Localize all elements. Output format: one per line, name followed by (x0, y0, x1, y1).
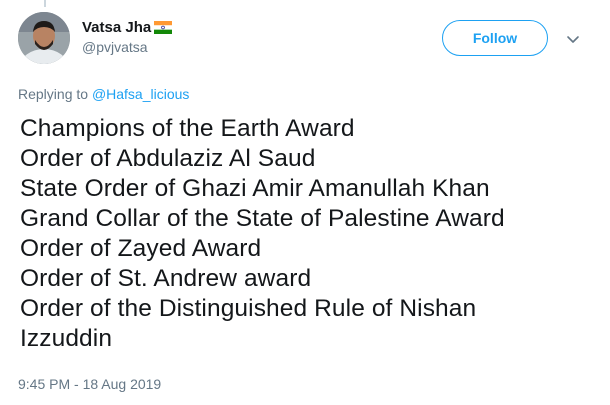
tweet-text-line: State Order of Ghazi Amir Amanullah Khan (20, 175, 490, 202)
tweet-text: Champions of the Earth Award Order of Ab… (20, 114, 595, 354)
tweet-text-line: Grand Collar of the State of Palestine A… (20, 205, 505, 232)
replying-to-label: Replying to (18, 86, 89, 102)
tweet-text-line: Order of the Distinguished Rule of Nisha… (20, 295, 477, 322)
tweet-text-line: Izzuddin (20, 325, 113, 352)
avatar-photo (18, 12, 70, 64)
tweet-header: Vatsa Jha @pvjvatsa Follow (18, 12, 592, 68)
author-display-name[interactable]: Vatsa Jha (82, 19, 151, 36)
thread-connector-line (44, 0, 46, 7)
author-block: Vatsa Jha @pvjvatsa (82, 16, 173, 55)
replying-to: Replying to @Hafsa_licious (18, 86, 189, 102)
follow-button[interactable]: Follow (442, 20, 548, 56)
reply-to-handle-link[interactable]: @Hafsa_licious (92, 86, 189, 102)
author-handle[interactable]: @pvjvatsa (82, 39, 172, 55)
tweet-text-line: Champions of the Earth Award (20, 115, 355, 142)
chevron-down-icon[interactable] (564, 30, 582, 48)
avatar[interactable] (18, 12, 70, 64)
tweet-card: Vatsa Jha @pvjvatsa Follow Replying to @… (0, 0, 610, 405)
tweet-text-line: Order of St. Andrew award (20, 265, 312, 292)
tweet-text-line: Order of Zayed Award (20, 235, 262, 262)
author-name-row: Vatsa Jha (82, 16, 173, 38)
tweet-timestamp[interactable]: 9:45 PM - 18 Aug 2019 (18, 376, 161, 392)
tweet-text-line: Order of Abdulaziz Al Saud (20, 145, 316, 172)
india-flag-icon (154, 20, 173, 34)
